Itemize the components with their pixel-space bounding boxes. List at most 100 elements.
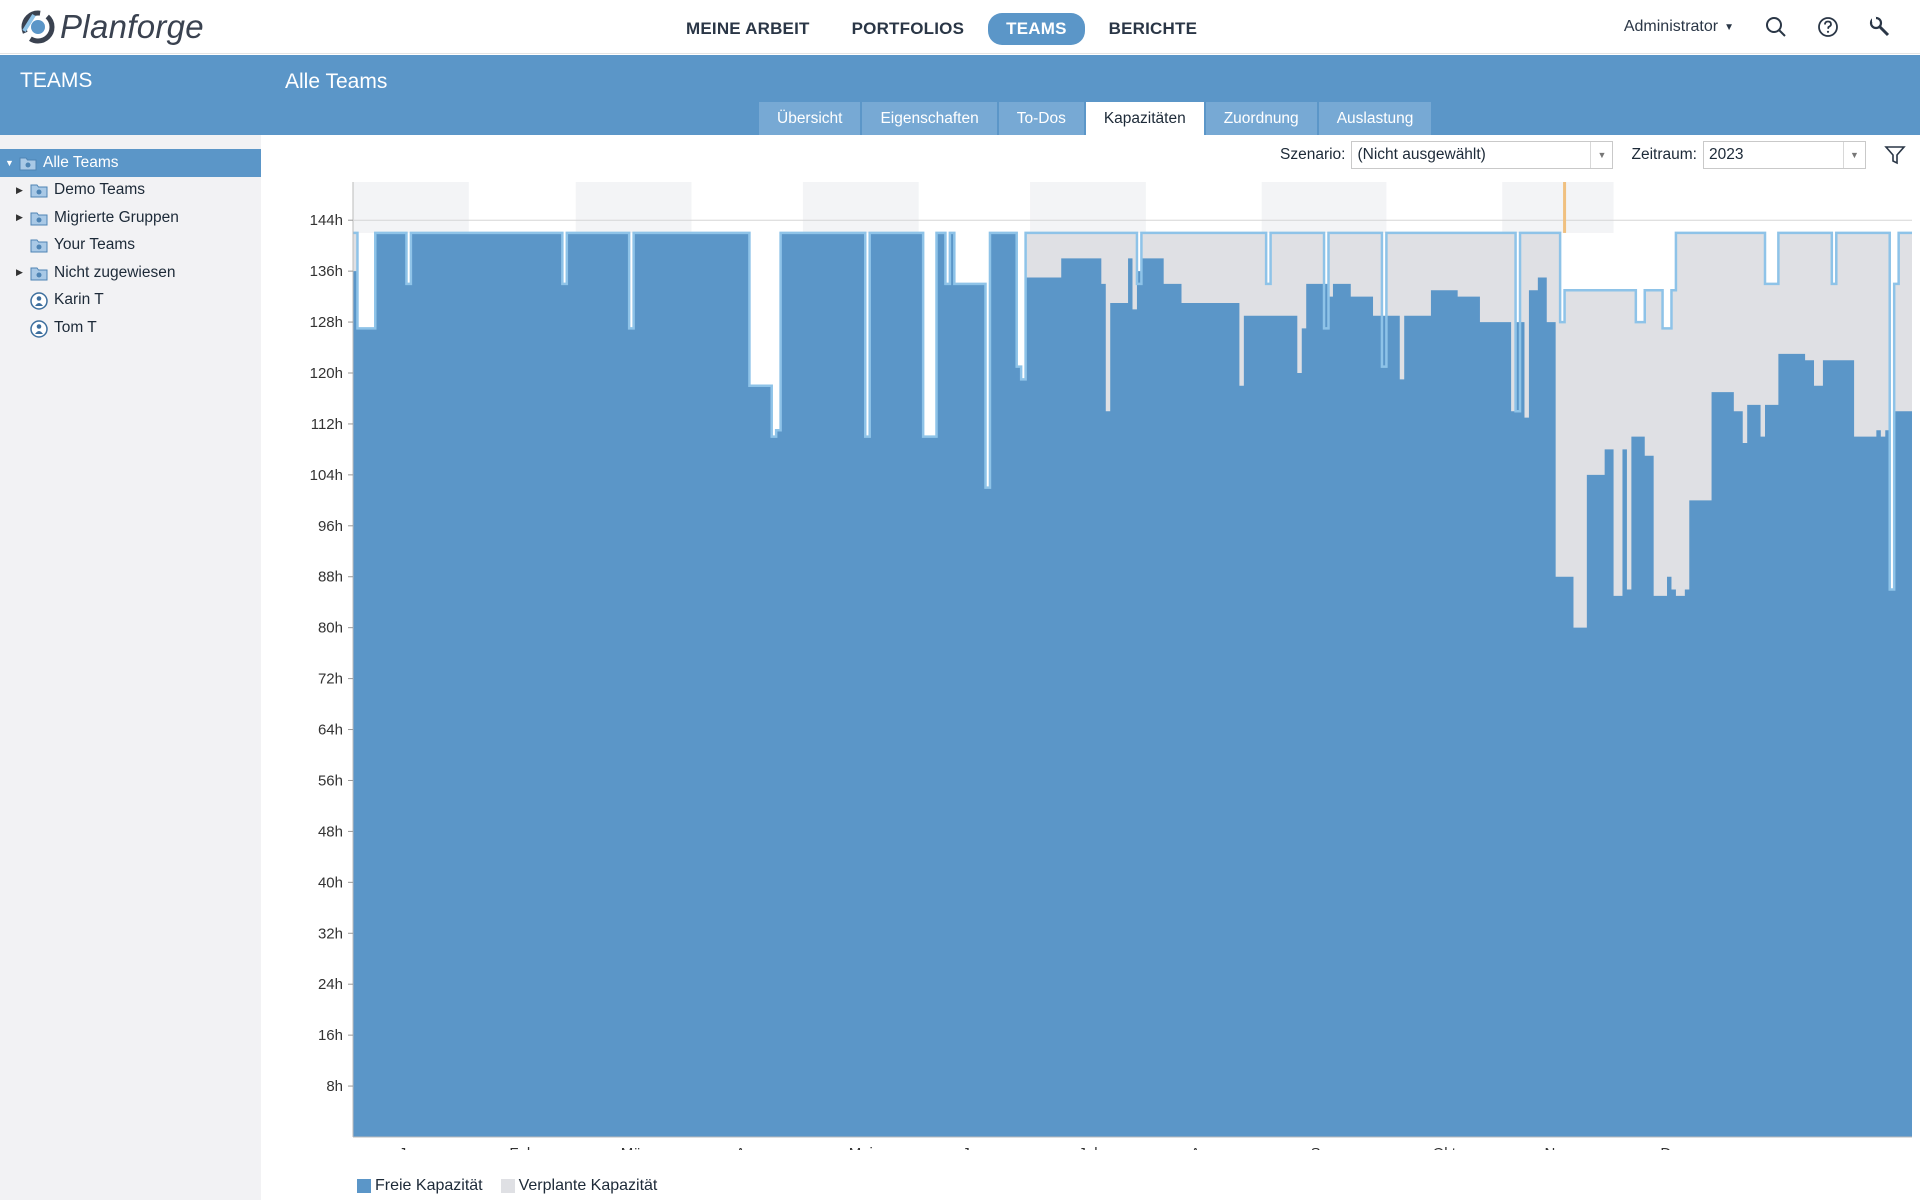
x-tick-label: Dez <box>1660 1145 1687 1150</box>
app-name: Planforge <box>60 8 204 45</box>
period-label: Zeitraum: <box>1631 146 1697 163</box>
month-band <box>1030 182 1146 233</box>
chevron-down-icon: ▼ <box>1590 142 1612 168</box>
month-shading <box>353 182 1614 233</box>
scenario-value: (Nicht ausgewählt) <box>1357 146 1486 163</box>
tree-item-migrierte-gruppen[interactable]: ▶ Migrierte Gruppen <box>0 204 261 232</box>
y-tick-label: 40h <box>318 874 343 891</box>
chart-legend: Freie Kapazität Verplante Kapazität <box>357 1177 675 1195</box>
period-value: 2023 <box>1708 146 1744 163</box>
x-tick-label: Sep <box>1311 1145 1338 1150</box>
content-tabs: Übersicht Eigenschaften To-Dos Kapazität… <box>759 102 1433 135</box>
scenario-label: Szenario: <box>1280 146 1346 163</box>
wrench-icon[interactable] <box>1868 15 1892 39</box>
x-tick-label: Jul <box>1078 1145 1097 1150</box>
legend-item-planned[interactable]: Verplante Kapazität <box>500 1177 658 1195</box>
y-tick-label: 24h <box>318 976 343 993</box>
tree-item-alle-teams[interactable]: ▼ Alle Teams <box>0 149 261 177</box>
app-logo[interactable]: Planforge <box>20 8 204 45</box>
team-folder-icon <box>19 155 37 171</box>
x-axis-labels: Jan Feb Mär Apr Mai Jun Jul Aug Sep Okt Nov Dez <box>399 1145 1687 1150</box>
y-tick-label: 144h <box>310 212 343 229</box>
month-band <box>1502 182 1614 233</box>
month-band <box>802 182 919 233</box>
tree-item-your-teams[interactable]: Your Teams <box>0 232 261 260</box>
y-tick-label: 8h <box>326 1078 343 1095</box>
tree-item-karin-t[interactable]: Karin T <box>0 287 261 315</box>
team-folder-icon <box>30 237 48 253</box>
x-tick-label: Feb <box>509 1145 535 1150</box>
y-tick-label: 96h <box>318 518 343 535</box>
tab-auslastung[interactable]: Auslastung <box>1318 102 1432 135</box>
y-tick-label: 88h <box>318 569 343 586</box>
sidebar-title: TEAMS <box>0 55 261 135</box>
scenario-select[interactable]: (Nicht ausgewählt) ▼ <box>1351 141 1614 169</box>
search-icon[interactable] <box>1764 15 1788 39</box>
team-sidebar: TEAMS ▼ Alle Teams ▶ Demo Teams ▶ Migrie… <box>0 55 261 1200</box>
tree-item-nicht-zugewiesen[interactable]: ▶ Nicht zugewiesen <box>0 259 261 287</box>
tree-item-label: Tom T <box>54 318 97 336</box>
x-tick-label: Nov <box>1545 1145 1572 1150</box>
y-tick-label: 16h <box>318 1027 343 1044</box>
x-tick-label: Apr <box>736 1145 759 1150</box>
month-band <box>353 182 469 233</box>
tab-todos[interactable]: To-Dos <box>998 102 1084 135</box>
period-select[interactable]: 2023 ▼ <box>1702 141 1866 169</box>
help-icon[interactable] <box>1816 15 1840 39</box>
chart-filters: Szenario: (Nicht ausgewählt) ▼ Zeitraum:… <box>1280 140 1866 170</box>
y-tick-label: 120h <box>310 365 343 382</box>
capacity-chart: 8h 16h 24h 32h 40h 48h 56h 64h 72h 80h 88h 96h 104h 1… <box>310 182 1912 1150</box>
nav-berichte[interactable]: BERICHTE <box>1091 13 1216 45</box>
chevron-down-icon: ▼ <box>1842 142 1865 168</box>
person-icon <box>30 320 48 338</box>
team-tree: ▼ Alle Teams ▶ Demo Teams ▶ Migrierte Gr… <box>0 135 261 342</box>
tab-kapazitaeten[interactable]: Kapazitäten <box>1085 102 1204 135</box>
page-title: Alle Teams <box>285 70 388 93</box>
legend-swatch-free <box>357 1179 371 1193</box>
tree-item-label: Demo Teams <box>54 181 146 199</box>
user-menu-label: Administrator <box>1623 18 1719 35</box>
y-tick-label: 136h <box>310 263 343 280</box>
x-tick-label: Jan <box>399 1145 423 1150</box>
x-tick-label: Okt <box>1433 1145 1457 1150</box>
legend-label-free: Freie Kapazität <box>375 1177 483 1194</box>
tree-item-demo-teams[interactable]: ▶ Demo Teams <box>0 177 261 205</box>
tree-item-label: Alle Teams <box>43 153 119 171</box>
y-axis-labels: 8h 16h 24h 32h 40h 48h 56h 64h 72h 80h 88h 96h 104h 1… <box>310 212 353 1095</box>
expand-arrow-icon[interactable]: ▼ <box>5 158 15 168</box>
tab-zuordnung[interactable]: Zuordnung <box>1205 102 1317 135</box>
team-folder-icon <box>30 265 48 281</box>
caret-down-icon: ▼ <box>1724 21 1734 33</box>
logo-icon <box>21 10 55 44</box>
y-tick-label: 56h <box>318 772 343 789</box>
top-right-tools: Administrator ▼ <box>1624 0 1920 54</box>
y-tick-label: 48h <box>318 823 343 840</box>
tree-item-tom-t[interactable]: Tom T <box>0 314 261 342</box>
user-menu[interactable]: Administrator ▼ <box>1624 18 1734 36</box>
expand-arrow-icon[interactable]: ▶ <box>16 212 26 223</box>
nav-portfolios[interactable]: PORTFOLIOS <box>834 13 983 45</box>
expand-arrow-icon[interactable]: ▶ <box>16 267 26 278</box>
legend-label-planned: Verplante Kapazität <box>518 1177 658 1194</box>
filter-icon[interactable] <box>1884 144 1908 168</box>
y-tick-label: 112h <box>311 416 343 433</box>
legend-item-free[interactable]: Freie Kapazität <box>357 1177 483 1195</box>
x-tick-label: Mär <box>621 1145 647 1150</box>
y-tick-label: 64h <box>318 722 343 739</box>
tree-item-label: Karin T <box>54 291 104 309</box>
team-folder-icon <box>30 210 48 226</box>
tree-item-label: Your Teams <box>54 236 135 254</box>
content-header: Alle Teams Übersicht Eigenschaften To-Do… <box>261 55 1920 135</box>
expand-arrow-icon[interactable]: ▶ <box>16 185 26 196</box>
main-nav: MEINE ARBEIT PORTFOLIOS TEAMS BERICHTE <box>668 13 1221 45</box>
y-tick-label: 80h <box>318 620 343 637</box>
y-tick-label: 128h <box>310 314 343 331</box>
tab-eigenschaften[interactable]: Eigenschaften <box>862 102 997 135</box>
legend-swatch-planned <box>500 1179 515 1193</box>
team-folder-icon <box>30 182 48 198</box>
person-icon <box>30 292 48 310</box>
nav-meine-arbeit[interactable]: MEINE ARBEIT <box>668 13 828 45</box>
tab-uebersicht[interactable]: Übersicht <box>759 102 861 135</box>
y-tick-label: 32h <box>318 925 343 942</box>
nav-teams[interactable]: TEAMS <box>988 13 1085 45</box>
